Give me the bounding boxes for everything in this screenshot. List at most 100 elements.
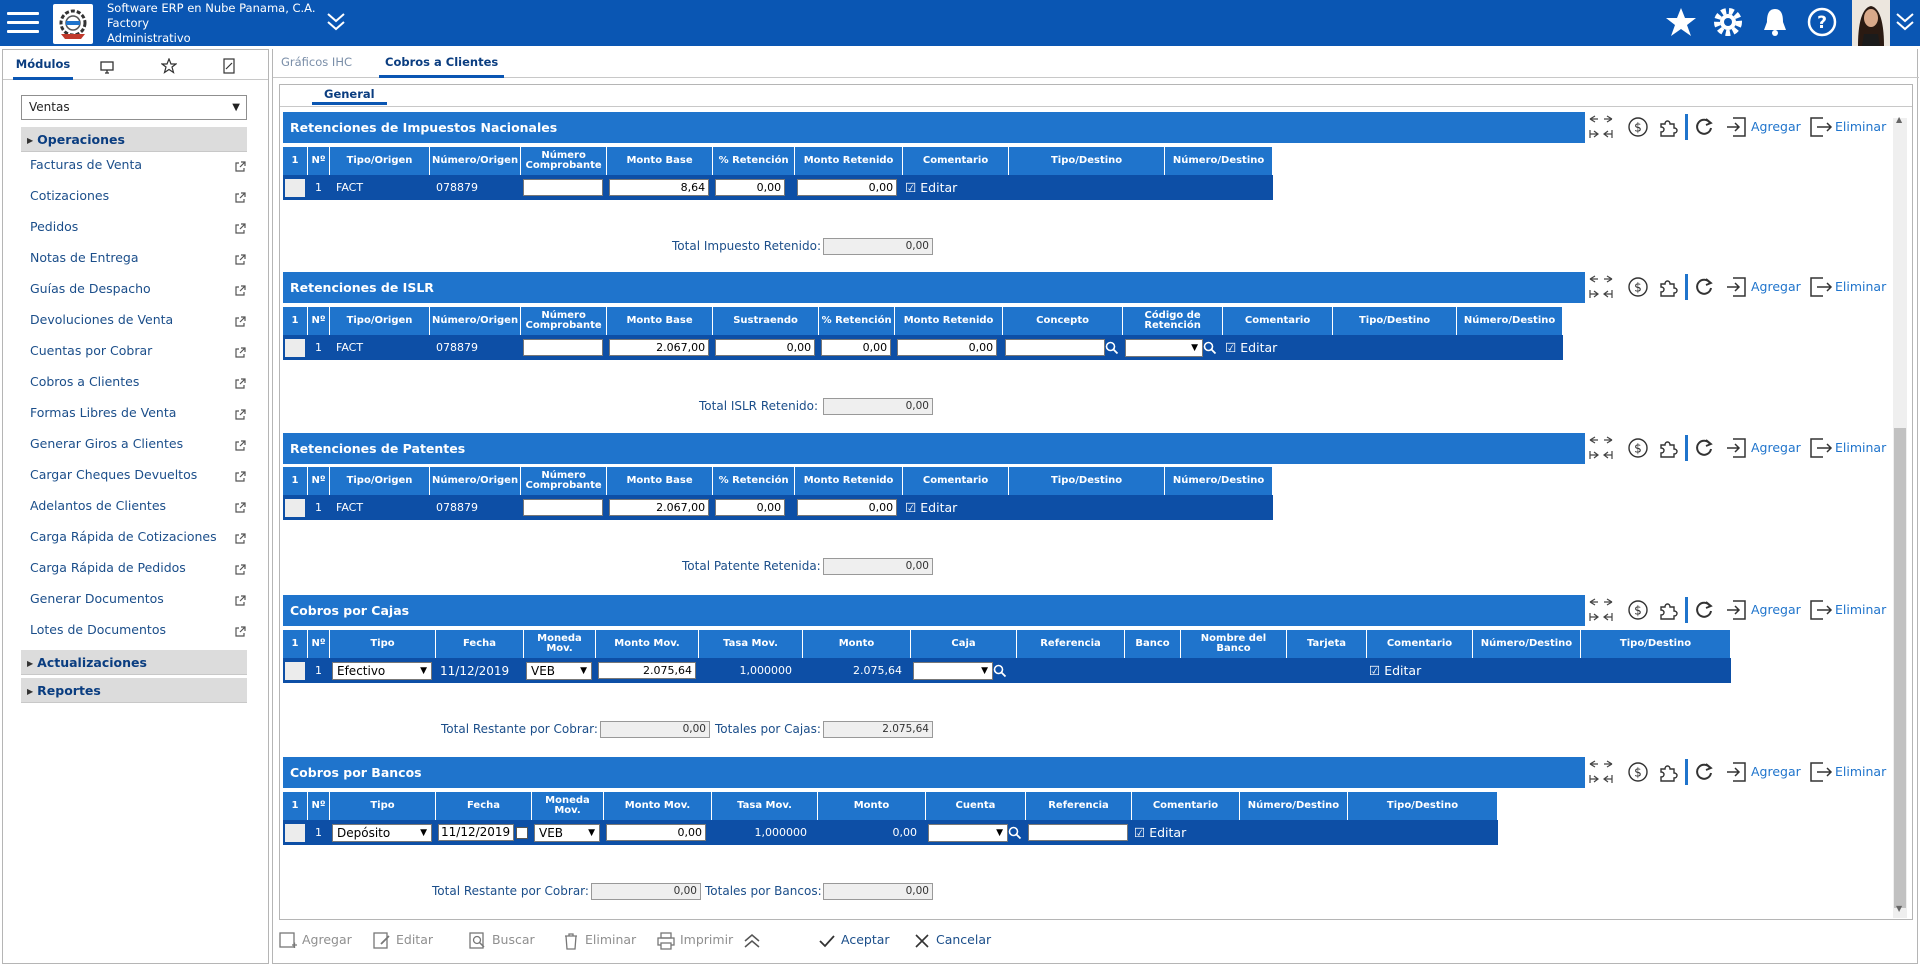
moneda-select[interactable]: VEB ▼ <box>526 661 592 680</box>
menu-icon[interactable] <box>7 9 39 37</box>
imprimir-button[interactable]: Imprimir <box>656 928 733 952</box>
section-reportes[interactable]: ▶ Reportes <box>21 678 247 703</box>
eliminar-link[interactable]: Eliminar <box>1835 764 1886 779</box>
open-external-icon[interactable] <box>234 499 246 513</box>
refresh-icon[interactable] <box>1693 437 1715 462</box>
sidebar-item[interactable]: Cotizaciones <box>30 185 246 207</box>
agregar-link[interactable]: Agregar <box>1751 440 1801 455</box>
monto-retenido-input[interactable]: 0,00 <box>897 339 998 356</box>
comprobante-input[interactable] <box>523 339 604 356</box>
caja-select[interactable]: ▼ <box>913 661 993 680</box>
avatar[interactable] <box>1852 0 1890 46</box>
sidebar-item[interactable]: Guías de Despacho <box>30 278 246 300</box>
dollar-icon[interactable]: $ <box>1627 276 1649 301</box>
resize-columns-icon[interactable] <box>1587 433 1615 466</box>
edit-comment-button[interactable]: ☑ Editar <box>1369 663 1421 678</box>
open-external-icon[interactable] <box>234 468 246 482</box>
resize-columns-icon[interactable] <box>1587 595 1615 628</box>
search-icon[interactable] <box>1105 341 1119 355</box>
row-checkbox[interactable] <box>285 823 305 842</box>
sidebar-item[interactable]: Generar Documentos <box>30 588 246 610</box>
tipo-select[interactable]: Depósito ▼ <box>332 823 432 842</box>
row-checkbox[interactable] <box>285 178 305 197</box>
edit-comment-button[interactable]: ☑ Editar <box>1225 340 1277 355</box>
sidebar-item[interactable]: Lotes de Documentos <box>30 619 246 641</box>
search-icon[interactable] <box>1008 826 1022 840</box>
agregar-link[interactable]: Agregar <box>1751 764 1801 779</box>
eliminar-link[interactable]: Eliminar <box>1835 440 1886 455</box>
remove-row-icon[interactable] <box>1809 760 1833 787</box>
row-checkbox[interactable] <box>285 498 305 517</box>
add-row-icon[interactable] <box>1725 115 1747 142</box>
sidebar-item[interactable]: Formas Libres de Venta <box>30 402 246 424</box>
refresh-icon[interactable] <box>1693 599 1715 624</box>
vertical-scrollbar[interactable] <box>1893 118 1907 918</box>
dollar-icon[interactable]: $ <box>1627 761 1649 786</box>
comprobante-input[interactable] <box>523 499 604 516</box>
puzzle-icon[interactable] <box>1657 599 1679 624</box>
sidebar-item[interactable]: Generar Giros a Clientes <box>30 433 246 455</box>
pct-retencion-input[interactable]: 0,00 <box>715 499 786 516</box>
open-external-icon[interactable] <box>234 406 246 420</box>
eliminar-link[interactable]: Eliminar <box>1835 119 1886 134</box>
search-icon[interactable] <box>993 664 1007 678</box>
open-external-icon[interactable] <box>234 623 246 637</box>
monto-mov-input[interactable]: 0,00 <box>606 824 706 841</box>
monto-retenido-input[interactable]: 0,00 <box>797 179 898 196</box>
section-actualizaciones[interactable]: ▶ Actualizaciones <box>21 650 247 675</box>
open-external-icon[interactable] <box>234 561 246 575</box>
dollar-icon[interactable]: $ <box>1627 599 1649 624</box>
eliminar-link[interactable]: Eliminar <box>1835 279 1886 294</box>
sidebar-item[interactable]: Carga Rápida de Pedidos <box>30 557 246 579</box>
concepto-input[interactable] <box>1005 339 1106 356</box>
add-row-icon[interactable] <box>1725 760 1747 787</box>
eliminar-link[interactable]: Eliminar <box>1835 602 1886 617</box>
puzzle-icon[interactable] <box>1657 437 1679 462</box>
open-external-icon[interactable] <box>234 530 246 544</box>
row-checkbox[interactable] <box>285 661 305 680</box>
open-external-icon[interactable] <box>234 344 246 358</box>
scroll-down-icon[interactable]: ▼ <box>1896 904 1902 913</box>
tab-cobros-a-clientes[interactable]: Cobros a Clientes <box>379 49 505 78</box>
agregar-link[interactable]: Agregar <box>1751 602 1801 617</box>
resize-columns-icon[interactable] <box>1587 112 1615 145</box>
pct-retencion-input[interactable]: 0,00 <box>821 339 892 356</box>
open-external-icon[interactable] <box>234 158 246 172</box>
tab-general[interactable]: General <box>312 85 387 105</box>
sidebar-item[interactable]: Devoluciones de Venta <box>30 309 246 331</box>
sidebar-item[interactable]: Cobros a Clientes <box>30 371 246 393</box>
star-outline-icon[interactable] <box>160 56 178 86</box>
eliminar-button[interactable]: Eliminar <box>561 928 636 952</box>
editar-button[interactable]: Editar <box>372 928 433 952</box>
puzzle-icon[interactable] <box>1657 116 1679 141</box>
remove-row-icon[interactable] <box>1809 598 1833 625</box>
remove-row-icon[interactable] <box>1809 436 1833 463</box>
monto-base-input[interactable]: 2.067,00 <box>609 339 710 356</box>
monto-base-input[interactable]: 2.067,00 <box>609 499 710 516</box>
search-icon[interactable] <box>1203 341 1217 355</box>
tab-graficos-ihc[interactable]: Gráficos IHC <box>275 49 358 78</box>
monto-mov-input[interactable]: 2.075,64 <box>598 662 696 679</box>
chevron-down-icon[interactable] <box>1894 10 1916 37</box>
comprobante-input[interactable] <box>523 179 604 196</box>
pct-retencion-input[interactable]: 0,00 <box>715 179 786 196</box>
dollar-icon[interactable]: $ <box>1627 437 1649 462</box>
edit-comment-button[interactable]: ☑ Editar <box>1134 825 1186 840</box>
dollar-icon[interactable]: $ <box>1627 116 1649 141</box>
sidebar-item[interactable]: Adelantos de Clientes <box>30 495 246 517</box>
gear-icon[interactable] <box>1710 4 1746 40</box>
resize-columns-icon[interactable] <box>1587 272 1615 305</box>
help-icon[interactable]: ? <box>1804 4 1840 40</box>
referencia-input[interactable] <box>1028 824 1128 841</box>
agregar-link[interactable]: Agregar <box>1751 119 1801 134</box>
add-row-icon[interactable] <box>1725 436 1747 463</box>
sidebar-item[interactable]: Notas de Entrega <box>30 247 246 269</box>
buscar-button[interactable]: Buscar <box>468 928 535 952</box>
open-external-icon[interactable] <box>234 220 246 234</box>
open-external-icon[interactable] <box>234 437 246 451</box>
scroll-up-icon[interactable]: ▲ <box>1896 115 1902 124</box>
collapse-up-icon[interactable] <box>742 928 762 952</box>
edit-comment-button[interactable]: ☑ Editar <box>905 180 957 195</box>
bell-icon[interactable] <box>1757 4 1793 40</box>
sidebar-item[interactable]: Facturas de Venta <box>30 154 246 176</box>
